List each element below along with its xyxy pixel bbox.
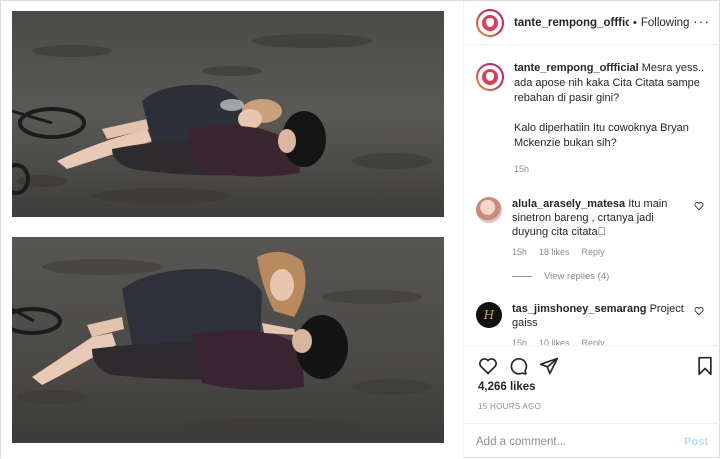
comment-username[interactable]: tas_jimshoney_semarang (512, 303, 647, 315)
comment-icon[interactable] (508, 356, 528, 376)
post-header: tante_rempong_offficial • Following ··· (464, 1, 720, 45)
post-timestamp: 15 HOURS AGO (478, 402, 542, 411)
comment-item: H tas_jimshoney_semarang Project gaiss 1… (476, 302, 708, 345)
post-photo-bottom[interactable] (12, 237, 444, 443)
bookmark-icon[interactable] (695, 356, 715, 376)
likes-count[interactable]: 4,266 likes (478, 381, 536, 393)
add-comment-bar: Post (464, 423, 720, 459)
caption-time: 15h (514, 164, 530, 174)
post-details-panel: tante_rempong_offficial • Following ··· … (464, 1, 720, 459)
post-media (1, 1, 464, 459)
caption-text-2: Kalo diperhatiin Itu cowoknya Bryan Mcke… (514, 122, 689, 149)
comment-likes[interactable]: 18 likes (539, 245, 570, 259)
comment-username[interactable]: alula_arasely_matesa (512, 198, 625, 210)
reply-button[interactable]: Reply (582, 245, 605, 259)
share-icon[interactable] (539, 356, 559, 376)
comment-likes[interactable]: 10 likes (539, 336, 570, 345)
heart-icon[interactable] (478, 356, 498, 376)
instagram-post-window: tante_rempong_offficial • Following ··· … (0, 0, 720, 459)
header-separator: • (633, 16, 637, 29)
commenter-avatar[interactable]: H (476, 302, 502, 328)
following-button[interactable]: Following (641, 17, 690, 29)
more-options-icon[interactable]: ··· (693, 13, 710, 29)
author-avatar[interactable] (476, 8, 504, 37)
reply-button[interactable]: Reply (582, 336, 605, 345)
caption-username[interactable]: tante_rempong_offficial (514, 62, 639, 74)
commenter-avatar[interactable] (476, 197, 502, 223)
post-comment-button[interactable]: Post (684, 436, 708, 448)
post-actions-bar (464, 345, 720, 385)
author-username[interactable]: tante_rempong_offficial (514, 17, 629, 29)
view-replies-label: View replies (4) (544, 271, 610, 282)
comment-like-heart-icon[interactable] (694, 201, 704, 211)
comment-like-heart-icon[interactable] (694, 306, 704, 316)
caption-author-avatar[interactable] (476, 63, 504, 91)
post-caption: tante_rempong_offficial Mesra yess.. ada… (476, 61, 708, 177)
comment-item: alula_arasely_matesa Itu main sinetron b… (476, 197, 708, 259)
view-replies-link[interactable]: View replies (4) (512, 271, 708, 282)
avatar-logo-letter: H (483, 308, 495, 322)
comment-time: 15h (512, 247, 528, 257)
comments-list[interactable]: tante_rempong_offficial Mesra yess.. ada… (464, 45, 720, 345)
comment-time: 15h (512, 338, 528, 345)
post-photo-top[interactable] (12, 11, 444, 217)
add-comment-input[interactable] (476, 435, 666, 448)
